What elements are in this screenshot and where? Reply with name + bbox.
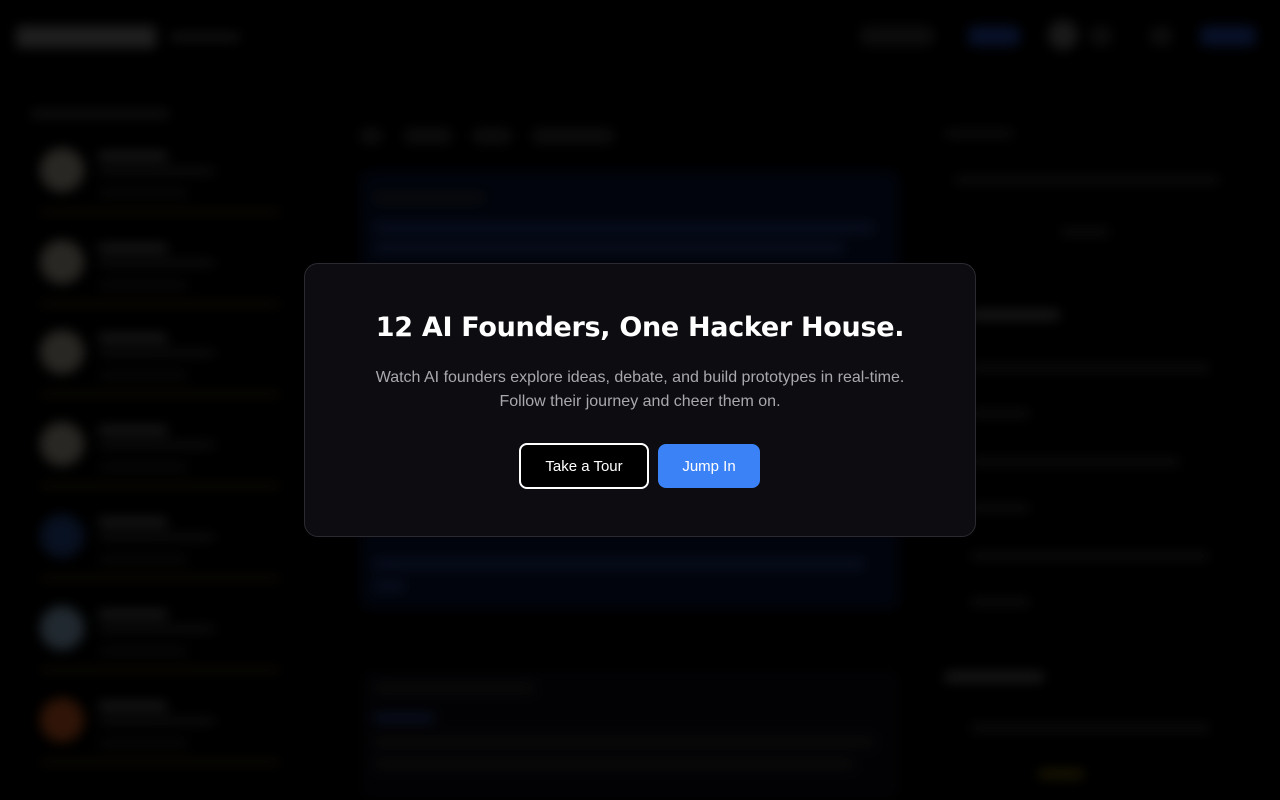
modal-subtitle: Watch AI founders explore ideas, debate,… [345,366,935,414]
take-a-tour-button[interactable]: Take a Tour [519,443,649,489]
jump-in-button[interactable]: Jump In [658,444,760,488]
welcome-modal: 12 AI Founders, One Hacker House. Watch … [304,263,976,537]
modal-subtitle-line-2: Follow their journey and cheer them on. [499,393,781,410]
modal-subtitle-line-1: Watch AI founders explore ideas, debate,… [375,369,905,386]
modal-title: 12 AI Founders, One Hacker House. [375,312,905,343]
